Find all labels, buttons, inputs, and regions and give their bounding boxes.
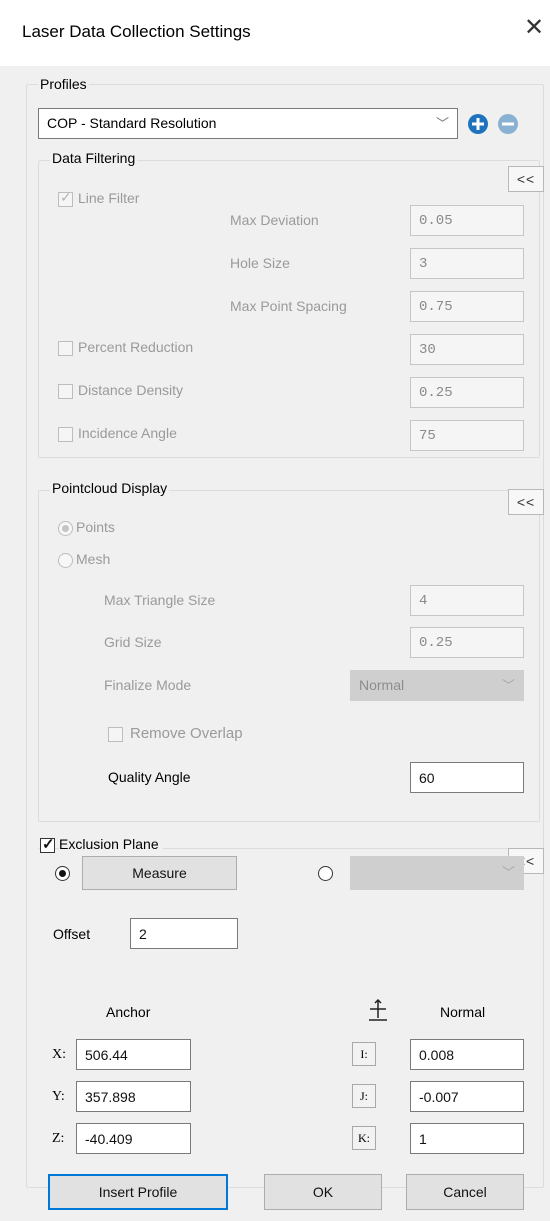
points-label: Points (76, 519, 115, 535)
quality-angle-field[interactable]: 60 (410, 762, 524, 793)
normal-label: Normal (440, 1004, 486, 1020)
y-label: Y: (52, 1089, 65, 1104)
distance-density-field[interactable]: 0.25 (410, 377, 524, 408)
line-filter-label: Line Filter (78, 190, 140, 206)
max-point-spacing-field[interactable]: 0.75 (410, 291, 524, 322)
line-filter-checkbox[interactable] (58, 189, 73, 207)
plus-circle-icon (468, 114, 488, 134)
data-filtering-collapse-button[interactable]: << (508, 166, 544, 192)
pointcloud-display-label: Pointcloud Display (50, 480, 170, 496)
finalize-mode-label: Finalize Mode (104, 677, 192, 693)
anchor-x-field[interactable]: 506.44 (76, 1039, 191, 1070)
profile-select-value: COP - Standard Resolution (47, 115, 217, 131)
offset-label: Offset (53, 926, 91, 942)
chevron-down-icon: ﹀ (435, 116, 449, 131)
distance-density-label: Distance Density (78, 382, 184, 398)
incidence-angle-field[interactable]: 75 (410, 420, 524, 451)
mesh-label: Mesh (76, 551, 111, 567)
incidence-angle-label: Incidence Angle (78, 425, 177, 441)
chevron-down-icon: ﹀ (501, 865, 515, 880)
measure-button[interactable]: Measure (82, 856, 237, 890)
crosshair-arrows-icon (369, 998, 387, 1021)
chevron-down-icon: ﹀ (501, 678, 515, 693)
max-triangle-size-label: Max Triangle Size (104, 592, 216, 608)
exclusion-plane-checkbox[interactable] (40, 835, 55, 853)
incidence-angle-checkbox[interactable] (58, 427, 73, 442)
cancel-button[interactable]: Cancel (406, 1174, 524, 1210)
alternate-select[interactable]: ﹀ (350, 856, 524, 890)
add-profile-button[interactable] (466, 112, 490, 136)
measure-radio[interactable] (55, 866, 70, 881)
hole-size-label: Hole Size (230, 255, 290, 271)
profile-select[interactable]: COP - Standard Resolution ﹀ (38, 108, 458, 139)
close-button[interactable]: ✕ (524, 16, 544, 40)
normal-k-field[interactable]: 1 (410, 1123, 524, 1154)
max-deviation-label: Max Deviation (230, 212, 319, 228)
remove-overlap-label: Remove Overlap (130, 725, 243, 742)
percent-reduction-field[interactable]: 30 (410, 334, 524, 365)
finalize-mode-value: Normal (359, 677, 405, 693)
percent-reduction-label: Percent Reduction (78, 339, 194, 355)
mesh-radio[interactable] (58, 553, 73, 568)
distance-density-checkbox[interactable] (58, 384, 73, 399)
normal-j-field[interactable]: -0.007 (410, 1081, 524, 1112)
max-deviation-field[interactable]: 0.05 (410, 205, 524, 236)
anchor-y-field[interactable]: 357.898 (76, 1081, 191, 1112)
normal-i-field[interactable]: 0.008 (410, 1039, 524, 1070)
x-label: X: (52, 1047, 66, 1062)
exclusion-plane-label: Exclusion Plane (59, 836, 163, 852)
hole-size-field[interactable]: 3 (410, 248, 524, 279)
grid-size-field[interactable]: 0.25 (410, 627, 524, 658)
insert-profile-button[interactable]: Insert Profile (48, 1174, 228, 1210)
data-filtering-label: Data Filtering (50, 150, 138, 166)
k-button[interactable]: K: (352, 1126, 376, 1150)
finalize-mode-select[interactable]: Normal ﹀ (350, 670, 524, 701)
window-title: Laser Data Collection Settings (22, 22, 251, 41)
alternate-radio[interactable] (318, 866, 333, 881)
z-label: Z: (52, 1131, 65, 1146)
normal-pick-button[interactable] (366, 998, 390, 1022)
anchor-z-field[interactable]: -40.409 (76, 1123, 191, 1154)
minus-circle-icon (498, 114, 518, 134)
percent-reduction-checkbox[interactable] (58, 341, 73, 356)
points-radio[interactable] (58, 521, 73, 536)
i-button[interactable]: I: (352, 1042, 376, 1066)
pointcloud-display-collapse-button[interactable]: << (508, 489, 544, 515)
anchor-label: Anchor (106, 1004, 151, 1020)
profiles-label: Profiles (38, 76, 89, 92)
remove-profile-button[interactable] (496, 112, 520, 136)
remove-overlap-checkbox[interactable] (108, 727, 123, 742)
max-point-spacing-label: Max Point Spacing (230, 298, 347, 314)
grid-size-label: Grid Size (104, 634, 162, 650)
quality-angle-label: Quality Angle (108, 769, 191, 785)
offset-field[interactable]: 2 (130, 918, 238, 949)
max-triangle-size-field[interactable]: 4 (410, 585, 524, 616)
j-button[interactable]: J: (352, 1084, 376, 1108)
ok-button[interactable]: OK (264, 1174, 382, 1210)
